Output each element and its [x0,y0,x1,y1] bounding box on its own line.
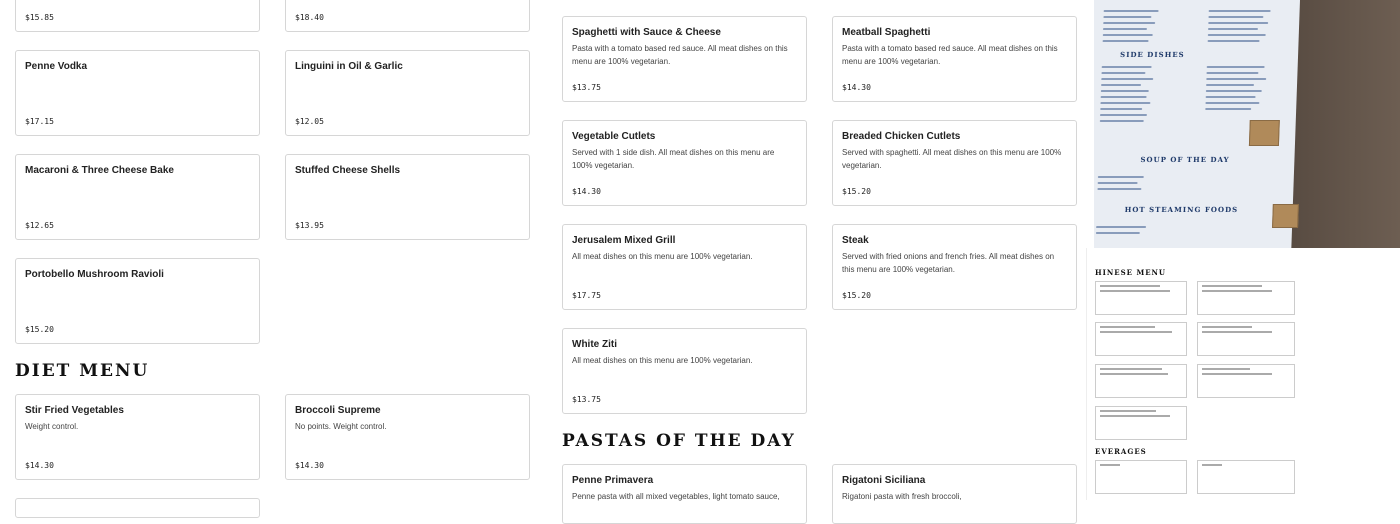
section-title-pastas-of-the-day: Pastas of the Day [562,431,796,451]
item-price: $15.20 [842,187,871,196]
item-name: Portobello Mushroom Ravioli [25,269,164,280]
preview-section-title: EVERAGES [1095,447,1147,456]
item-price: $15.85 [25,13,54,22]
item-name: Linguini in Oil & Garlic [295,61,403,72]
sheet-heading: SOUP OF THE DAY [1140,155,1230,164]
sheet-heading: HOT STEAMING FOODS [1124,205,1239,214]
item-name: Macaroni & Three Cheese Bake [25,165,174,176]
item-description: Pasta with a tomato based red sauce. All… [842,44,1058,66]
item-name: Stir Fried Vegetables [25,405,124,416]
item-price: $14.30 [842,83,871,92]
item-price: $12.05 [295,117,324,126]
item-description: Pasta with a tomato based red sauce. All… [572,44,788,66]
item-price: $15.20 [25,325,54,334]
item-description: Penne pasta with all mixed vegetables, l… [572,492,780,501]
sheet-heading: SIDE DISHES [1119,50,1185,59]
item-description: Rigatoni pasta with fresh broccoli, [842,492,962,501]
menu-item-card[interactable]: Stir Fried Vegetables Weight control. $1… [15,394,260,480]
item-price: $14.30 [25,461,54,470]
item-description: Weight control. [25,422,79,431]
menu-item-card[interactable]: Linguini in Oil & Garlic $12.05 [285,50,530,136]
item-name: Stuffed Cheese Shells [295,165,401,176]
item-description: Served with spaghetti. All meat dishes o… [842,148,1062,170]
menu-item-card[interactable]: $15.85 [15,0,260,32]
food-photo [1248,120,1280,146]
item-price: $15.20 [842,291,871,300]
item-name: Broccoli Supreme [295,405,381,416]
preview-section-title: HINESE MENU [1095,268,1167,277]
item-price: $13.95 [295,221,324,230]
menu-item-card[interactable] [15,498,260,518]
item-price: $17.75 [572,291,601,300]
item-price: $14.30 [295,461,324,470]
printed-menu-sheet: SIDE DISHES SOUP OF THE DAY HOT STEAMING… [1094,0,1300,248]
item-description: Served with fried onions and french frie… [842,252,1055,274]
item-name: Penne Primavera [572,475,654,486]
item-description: All meat dishes on this menu are 100% ve… [572,356,753,365]
item-price: $18.40 [295,13,324,22]
menu-photo: SIDE DISHES SOUP OF THE DAY HOT STEAMING… [1094,0,1400,248]
item-name: Vegetable Cutlets [572,131,656,142]
item-name: Jerusalem Mixed Grill [572,235,676,246]
menu-item-card[interactable]: Meatball Spaghetti Pasta with a tomato b… [832,16,1077,102]
menu-item-card[interactable]: $18.40 [285,0,530,32]
item-description: Served with 1 side dish. All meat dishes… [572,148,775,170]
menu-item-card[interactable]: White Ziti All meat dishes on this menu … [562,328,807,414]
menu-item-card[interactable]: Breaded Chicken Cutlets Served with spag… [832,120,1077,206]
section-title-diet-menu: Diet Menu [15,361,150,381]
item-price: $14.30 [572,187,601,196]
item-name: Rigatoni Siciliana [842,475,926,486]
menu-item-card[interactable]: Jerusalem Mixed Grill All meat dishes on… [562,224,807,310]
item-name: Spaghetti with Sauce & Cheese [572,27,721,38]
item-description: All meat dishes on this menu are 100% ve… [572,252,753,261]
item-name: Penne Vodka [25,61,88,72]
menu-item-card[interactable]: Penne Vodka $17.15 [15,50,260,136]
menu-item-card[interactable]: Portobello Mushroom Ravioli $15.20 [15,258,260,344]
menu-item-card[interactable]: Rigatoni Siciliana Rigatoni pasta with f… [832,464,1077,524]
menu-item-card[interactable]: Macaroni & Three Cheese Bake $12.65 [15,154,260,240]
page-preview: HINESE MENU EVERAGES [1086,248,1315,500]
item-description: No points. Weight control. [295,422,387,431]
item-name: Meatball Spaghetti [842,27,931,38]
item-price: $13.75 [572,395,601,404]
food-photo [1272,204,1299,228]
menu-item-card[interactable]: Steak Served with fried onions and frenc… [832,224,1077,310]
item-price: $17.15 [25,117,54,126]
menu-item-card[interactable]: Penne Primavera Penne pasta with all mix… [562,464,807,524]
menu-item-card[interactable]: Vegetable Cutlets Served with 1 side dis… [562,120,807,206]
menu-item-card[interactable]: Spaghetti with Sauce & Cheese Pasta with… [562,16,807,102]
item-price: $13.75 [572,83,601,92]
item-name: White Ziti [572,339,617,350]
item-name: Breaded Chicken Cutlets [842,131,961,142]
menu-item-card[interactable]: Stuffed Cheese Shells $13.95 [285,154,530,240]
item-price: $12.65 [25,221,54,230]
item-name: Steak [842,235,869,246]
menu-item-card[interactable]: Broccoli Supreme No points. Weight contr… [285,394,530,480]
